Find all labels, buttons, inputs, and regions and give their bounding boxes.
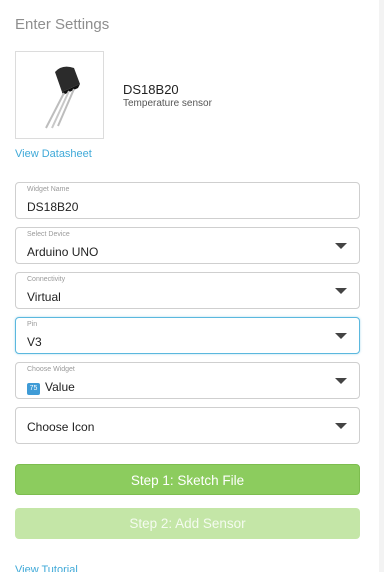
widget-name-field[interactable]: Widget Name DS18B20 bbox=[15, 182, 360, 219]
connectivity-label: Connectivity bbox=[27, 276, 66, 283]
sensor-name: DS18B20 bbox=[123, 82, 179, 97]
scrollbar[interactable] bbox=[379, 0, 384, 572]
choose-widget-label: Choose Widget bbox=[27, 366, 75, 373]
connectivity-dropdown[interactable]: Connectivity Virtual bbox=[15, 272, 360, 309]
widget-name-value[interactable]: DS18B20 bbox=[27, 200, 78, 214]
value-widget-icon: 75 bbox=[27, 383, 40, 395]
choose-icon-dropdown[interactable]: Choose Icon bbox=[15, 407, 360, 444]
sensor-image bbox=[15, 51, 104, 139]
choose-widget-value-wrap: 75 Value bbox=[27, 380, 75, 395]
page-title: Enter Settings bbox=[15, 16, 110, 33]
widget-name-label: Widget Name bbox=[27, 186, 70, 193]
chevron-down-icon bbox=[335, 288, 347, 294]
select-device-dropdown[interactable]: Select Device Arduino UNO bbox=[15, 227, 360, 264]
chevron-down-icon bbox=[335, 423, 347, 429]
view-tutorial-link[interactable]: View Tutorial bbox=[15, 564, 78, 572]
pin-label: Pin bbox=[27, 321, 38, 328]
choose-widget-value: Value bbox=[45, 380, 75, 394]
connectivity-value: Virtual bbox=[27, 290, 61, 304]
select-device-label: Select Device bbox=[27, 231, 70, 238]
step2-add-sensor-button[interactable]: Step 2: Add Sensor bbox=[15, 508, 360, 539]
select-device-value: Arduino UNO bbox=[27, 245, 99, 259]
chevron-down-icon bbox=[335, 333, 347, 339]
chevron-down-icon bbox=[335, 378, 347, 384]
chevron-down-icon bbox=[335, 243, 347, 249]
step1-sketch-file-button[interactable]: Step 1: Sketch File bbox=[15, 464, 360, 495]
sensor-description: Temperature sensor bbox=[123, 98, 212, 109]
view-datasheet-link[interactable]: View Datasheet bbox=[15, 148, 92, 160]
choose-icon-value: Choose Icon bbox=[27, 420, 95, 434]
pin-dropdown[interactable]: Pin V3 bbox=[15, 317, 360, 354]
pin-value: V3 bbox=[27, 335, 42, 349]
choose-widget-dropdown[interactable]: Choose Widget 75 Value bbox=[15, 362, 360, 399]
